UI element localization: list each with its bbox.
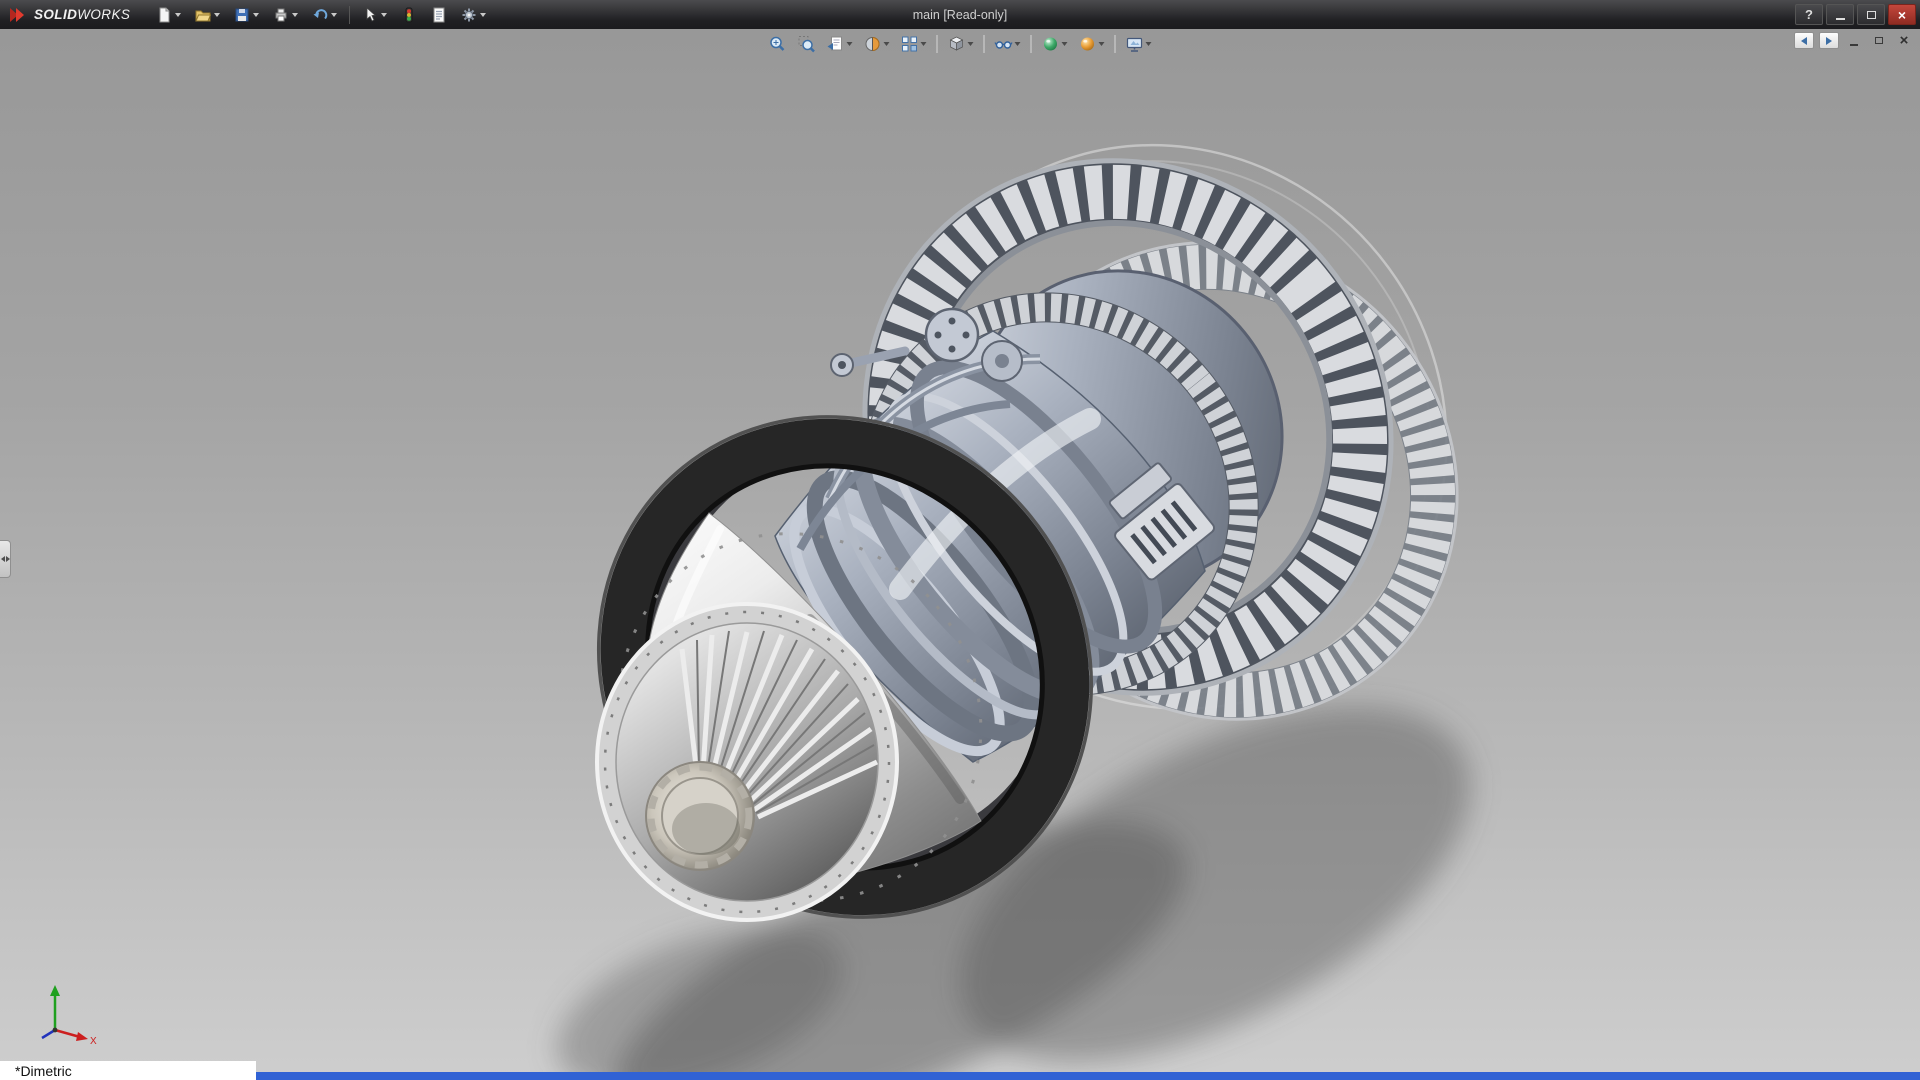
apply-scene-button[interactable]: [1075, 32, 1109, 56]
hide-show-items-glasses-icon: [995, 35, 1013, 53]
rebuild-traffic-light-icon: [401, 7, 417, 23]
document-window-controls: ×: [1794, 32, 1914, 49]
dropdown-caret-icon[interactable]: [292, 13, 298, 17]
zoom-to-area-icon: [798, 35, 816, 53]
previous-view-icon: [827, 35, 845, 53]
print-icon: [273, 7, 289, 23]
pane-toggle-right-icon: [1826, 37, 1832, 45]
view-orientation-icon: [901, 35, 919, 53]
shaft-hub: [646, 762, 754, 870]
select-cursor-icon: [362, 7, 378, 23]
view-settings-button[interactable]: [1122, 32, 1156, 56]
titlebar[interactable]: SOLIDWORKS: [0, 0, 1920, 29]
app-name: SOLIDWORKS: [34, 7, 130, 22]
close-button[interactable]: ×: [1888, 4, 1916, 25]
toolbar-separator: [1031, 35, 1032, 53]
section-view-button[interactable]: [860, 32, 894, 56]
pane-toggle-left-button[interactable]: [1794, 32, 1814, 49]
splitter-arrow-left-icon: [1, 556, 5, 562]
options-button[interactable]: [455, 3, 492, 27]
file-properties-icon: [431, 7, 447, 23]
dropdown-caret-icon[interactable]: [253, 13, 259, 17]
doc-close-icon: ×: [1900, 33, 1909, 48]
select-button[interactable]: [356, 3, 393, 27]
display-style-button[interactable]: [944, 32, 978, 56]
restore-icon: [1867, 11, 1876, 19]
new-document-icon: [156, 7, 172, 23]
minimize-button[interactable]: [1826, 4, 1854, 25]
menu-toolbar: [150, 3, 492, 27]
toolbar-separator: [349, 6, 350, 24]
options-gear-icon: [461, 7, 477, 23]
engine-scene-canvas[interactable]: [0, 29, 1920, 1080]
dropdown-caret-icon[interactable]: [847, 42, 853, 46]
dropdown-caret-icon[interactable]: [1146, 42, 1152, 46]
dropdown-caret-icon[interactable]: [884, 42, 890, 46]
dropdown-caret-icon[interactable]: [381, 13, 387, 17]
doc-minimize-button[interactable]: [1844, 32, 1864, 49]
pane-toggle-left-icon: [1801, 37, 1807, 45]
restore-button[interactable]: [1857, 4, 1885, 25]
section-view-icon: [864, 35, 882, 53]
open-document-icon: [195, 7, 211, 23]
help-label: ?: [1805, 7, 1813, 22]
pane-toggle-right-button[interactable]: [1819, 32, 1839, 49]
featuremanager-splitter-handle[interactable]: [0, 540, 11, 578]
previous-view-button[interactable]: [823, 32, 857, 56]
undo-icon: [312, 7, 328, 23]
toolbar-separator: [937, 35, 938, 53]
zoom-to-area-button[interactable]: [794, 32, 820, 56]
help-button[interactable]: ?: [1795, 4, 1823, 25]
open-document-button[interactable]: [189, 3, 226, 27]
save-icon: [234, 7, 250, 23]
app-logo: SOLIDWORKS: [0, 6, 144, 24]
minimize-icon: [1836, 18, 1845, 20]
dropdown-caret-icon[interactable]: [175, 13, 181, 17]
display-style-icon: [948, 35, 966, 53]
view-settings-icon: [1126, 35, 1144, 53]
close-icon: ×: [1898, 8, 1906, 22]
rebuild-button[interactable]: [395, 3, 423, 27]
triad-x-label: X: [90, 1036, 97, 1044]
doc-close-button[interactable]: ×: [1894, 32, 1914, 49]
doc-restore-button[interactable]: [1869, 32, 1889, 49]
toolbar-separator: [1115, 35, 1116, 53]
dropdown-caret-icon[interactable]: [214, 13, 220, 17]
splitter-arrow-right-icon: [6, 556, 10, 562]
print-button[interactable]: [267, 3, 304, 27]
headsup-view-toolbar: [765, 32, 1156, 56]
reference-triad: X: [28, 978, 100, 1044]
statusbar-accent-strip: [256, 1072, 1920, 1080]
statusbar: *Dimetric: [0, 1061, 256, 1080]
view-orientation-button[interactable]: [897, 32, 931, 56]
zoom-to-fit-button[interactable]: [765, 32, 791, 56]
dropdown-caret-icon[interactable]: [968, 42, 974, 46]
app-name-bold: SOLID: [34, 7, 77, 22]
solidworks-logo-icon: [8, 6, 28, 24]
new-document-button[interactable]: [150, 3, 187, 27]
save-button[interactable]: [228, 3, 265, 27]
toolbar-separator: [984, 35, 985, 53]
doc-restore-icon: [1875, 37, 1883, 44]
graphics-viewport[interactable]: × X: [0, 29, 1920, 1080]
edit-appearance-button[interactable]: [1038, 32, 1072, 56]
dropdown-caret-icon[interactable]: [480, 13, 486, 17]
document-title: main [Read-only]: [913, 8, 1008, 22]
dropdown-caret-icon[interactable]: [331, 13, 337, 17]
doc-minimize-icon: [1850, 44, 1858, 46]
zoom-to-fit-icon: [769, 35, 787, 53]
dropdown-caret-icon[interactable]: [1062, 42, 1068, 46]
titlebar-controls: ? ×: [1795, 0, 1916, 29]
app-name-light: WORKS: [77, 7, 130, 22]
orientation-label: *Dimetric: [15, 1063, 72, 1079]
solidworks-window: SOLIDWORKS: [0, 0, 1920, 1080]
hide-show-items-button[interactable]: [991, 32, 1025, 56]
dropdown-caret-icon[interactable]: [1015, 42, 1021, 46]
dropdown-caret-icon[interactable]: [921, 42, 927, 46]
undo-button[interactable]: [306, 3, 343, 27]
dropdown-caret-icon[interactable]: [1099, 42, 1105, 46]
apply-scene-ball-icon: [1079, 35, 1097, 53]
file-properties-button[interactable]: [425, 3, 453, 27]
edit-appearance-ball-icon: [1042, 35, 1060, 53]
